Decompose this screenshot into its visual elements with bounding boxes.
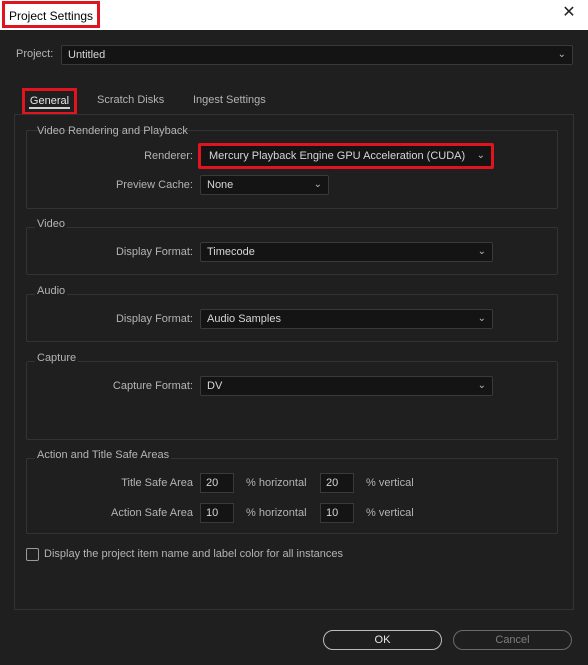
tab-scratch-disks[interactable]: Scratch Disks: [97, 94, 164, 106]
capture-format-value: DV: [207, 380, 223, 392]
capture-group: Capture: [26, 352, 558, 440]
safe-areas-title: Action and Title Safe Areas: [35, 449, 172, 461]
window-title: Project Settings: [2, 1, 101, 28]
preview-cache-select[interactable]: None ⌄: [200, 175, 329, 195]
renderer-value: Mercury Playback Engine GPU Acceleration…: [209, 150, 466, 162]
title-safe-horizontal-input[interactable]: 20: [200, 473, 234, 493]
tab-general[interactable]: General: [22, 88, 77, 115]
audio-display-format-value: Audio Samples: [207, 313, 281, 325]
title-safe-vertical-input[interactable]: 20: [320, 473, 354, 493]
renderer-label: Renderer:: [144, 150, 193, 162]
audio-title: Audio: [35, 285, 68, 297]
action-safe-vertical-input[interactable]: 10: [320, 503, 354, 523]
chevron-down-icon: ⌄: [557, 49, 566, 60]
video-display-format-select[interactable]: Timecode ⌄: [200, 242, 493, 262]
active-tab-indicator: [29, 107, 70, 109]
capture-format-label: Capture Format:: [112, 380, 193, 392]
action-safe-vertical-label: % vertical: [366, 507, 414, 519]
project-label: Project:: [16, 48, 54, 60]
chevron-down-icon: ⌄: [477, 246, 486, 257]
cancel-button[interactable]: Cancel: [453, 630, 572, 650]
audio-display-format-label: Display Format:: [115, 313, 193, 325]
action-safe-horizontal-label: % horizontal: [246, 507, 307, 519]
title-bar: Project Settings ✕: [0, 0, 588, 30]
video-display-format-value: Timecode: [207, 246, 255, 258]
chevron-down-icon: ⌄: [476, 150, 485, 161]
chevron-down-icon: ⌄: [313, 179, 322, 190]
ok-button[interactable]: OK: [323, 630, 442, 650]
display-label-color-label: Display the project item name and label …: [44, 548, 343, 560]
capture-title: Capture: [35, 352, 79, 364]
video-rendering-title: Video Rendering and Playback: [37, 125, 188, 137]
title-safe-vertical-label: % vertical: [366, 477, 414, 489]
tab-general-label: General: [29, 95, 70, 107]
title-safe-horizontal-label: % horizontal: [246, 477, 307, 489]
video-rendering-group: Video Rendering and Playback: [26, 125, 558, 209]
video-title: Video: [35, 218, 67, 230]
preview-cache-value: None: [207, 179, 234, 191]
chevron-down-icon: ⌄: [477, 380, 486, 391]
video-display-format-label: Display Format:: [115, 246, 193, 258]
chevron-down-icon: ⌄: [477, 313, 486, 324]
project-select[interactable]: Untitled ⌄: [61, 45, 573, 65]
tab-ingest-settings[interactable]: Ingest Settings: [193, 94, 266, 106]
title-safe-label: Title Safe Area: [121, 477, 193, 489]
safe-areas-group: Action and Title Safe Areas: [26, 449, 558, 534]
action-safe-horizontal-input[interactable]: 10: [200, 503, 234, 523]
display-label-color-checkbox[interactable]: [26, 548, 39, 561]
preview-cache-label: Preview Cache:: [115, 179, 193, 191]
action-safe-label: Action Safe Area: [111, 507, 193, 519]
capture-format-select[interactable]: DV ⌄: [200, 376, 493, 396]
project-value: Untitled: [68, 49, 106, 61]
audio-display-format-select[interactable]: Audio Samples ⌄: [200, 309, 493, 329]
renderer-select[interactable]: Mercury Playback Engine GPU Acceleration…: [198, 143, 494, 169]
close-icon[interactable]: ✕: [562, 5, 576, 21]
